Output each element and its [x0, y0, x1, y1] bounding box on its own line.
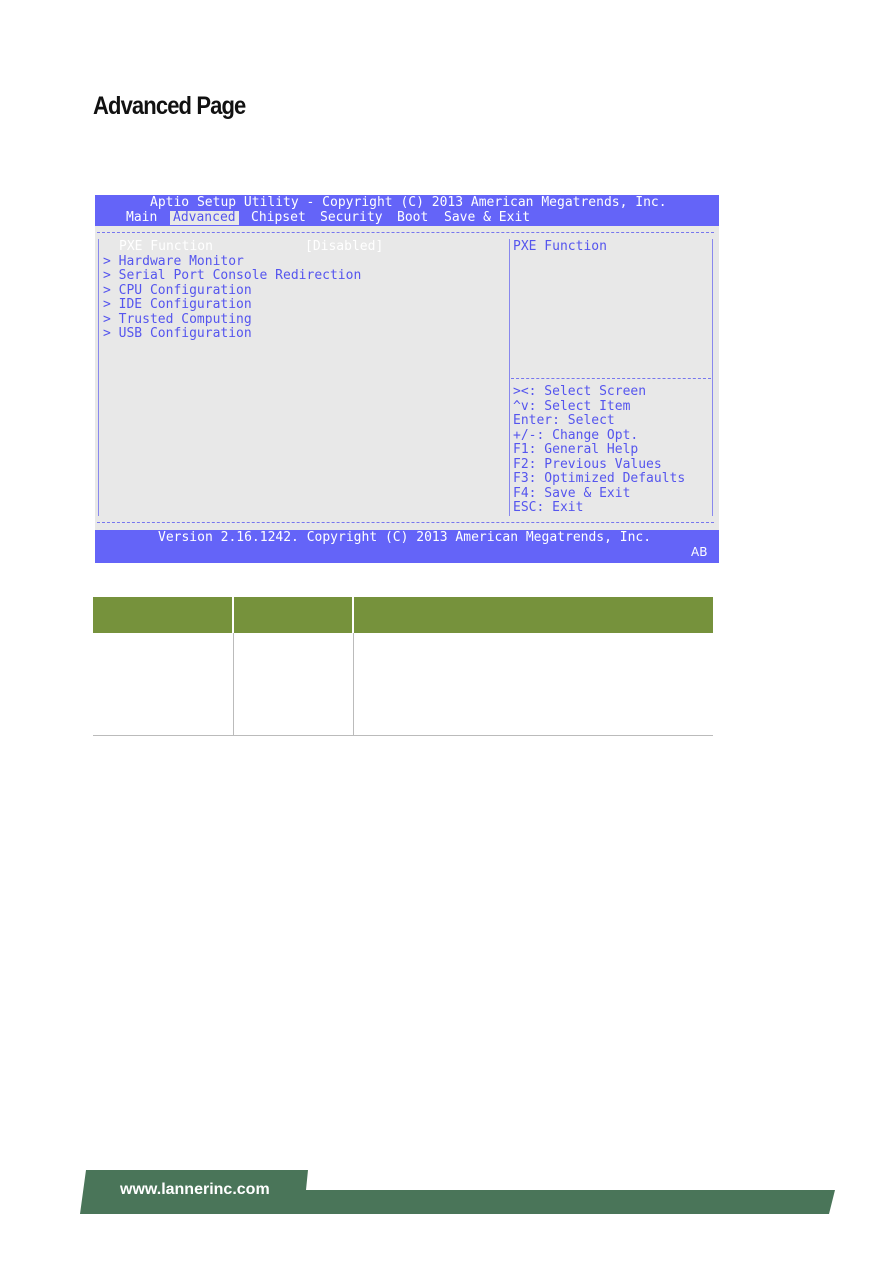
pxe-function-value[interactable]: [Disabled]	[305, 240, 383, 254]
menu-item[interactable]: > Trusted Computing	[103, 312, 252, 327]
key-help: F3: Optimized Defaults	[513, 471, 686, 486]
page-title: Advanced Page	[93, 92, 246, 120]
tab-chipset[interactable]: Chipset	[251, 211, 306, 225]
menu-item[interactable]: > Serial Port Console Redirection	[103, 269, 361, 283]
key-help: F1: General Help	[513, 442, 639, 457]
key-help: +/-: Change Opt.	[513, 427, 639, 443]
bios-footer: Version 2.16.1242. Copyright (C) 2013 Am…	[158, 530, 652, 545]
bios-header: Aptio Setup Utility - Copyright (C) 2013…	[150, 195, 667, 210]
table-header-cell	[232, 597, 353, 633]
bios-screenshot: Aptio Setup Utility - Copyright (C) 2013…	[95, 195, 719, 563]
key-help: F2: Previous Values	[513, 456, 662, 472]
table-header-cell	[352, 597, 713, 633]
table-row	[93, 633, 713, 736]
menu-item[interactable]: > Hardware Monitor	[103, 254, 244, 269]
description-table	[93, 597, 713, 736]
key-help: ><: Select Screen	[513, 384, 647, 399]
footer-badge: AB	[691, 545, 708, 559]
tab-save-exit[interactable]: Save & Exit	[444, 211, 530, 225]
key-help: ESC: Exit	[513, 500, 584, 515]
top-border	[97, 232, 714, 233]
table-header-cell	[93, 597, 233, 633]
footer-url[interactable]: www.lannerinc.com	[120, 1181, 270, 1199]
menu-item[interactable]: > IDE Configuration	[103, 298, 252, 312]
key-help: F4: Save & Exit	[513, 485, 631, 501]
bottom-border	[97, 522, 714, 523]
help-separator	[511, 378, 711, 379]
key-help: ^v: Select Item	[513, 398, 631, 414]
document-page: Advanced Page Aptio Setup Utility - Copy…	[0, 0, 893, 1263]
menu-item[interactable]: > USB Configuration	[103, 327, 252, 341]
help-title: PXE Function	[513, 239, 607, 254]
tab-security[interactable]: Security	[320, 211, 383, 225]
key-help: Enter: Select	[513, 413, 615, 428]
pxe-function-item[interactable]: PXE Function	[119, 240, 213, 254]
right-border	[712, 239, 713, 516]
tab-advanced[interactable]: Advanced	[170, 211, 239, 225]
menu-item[interactable]: > CPU Configuration	[103, 283, 252, 298]
panel-divider	[509, 239, 510, 516]
tab-main[interactable]: Main	[126, 211, 157, 225]
tab-boot[interactable]: Boot	[397, 211, 428, 225]
left-border	[98, 239, 99, 516]
